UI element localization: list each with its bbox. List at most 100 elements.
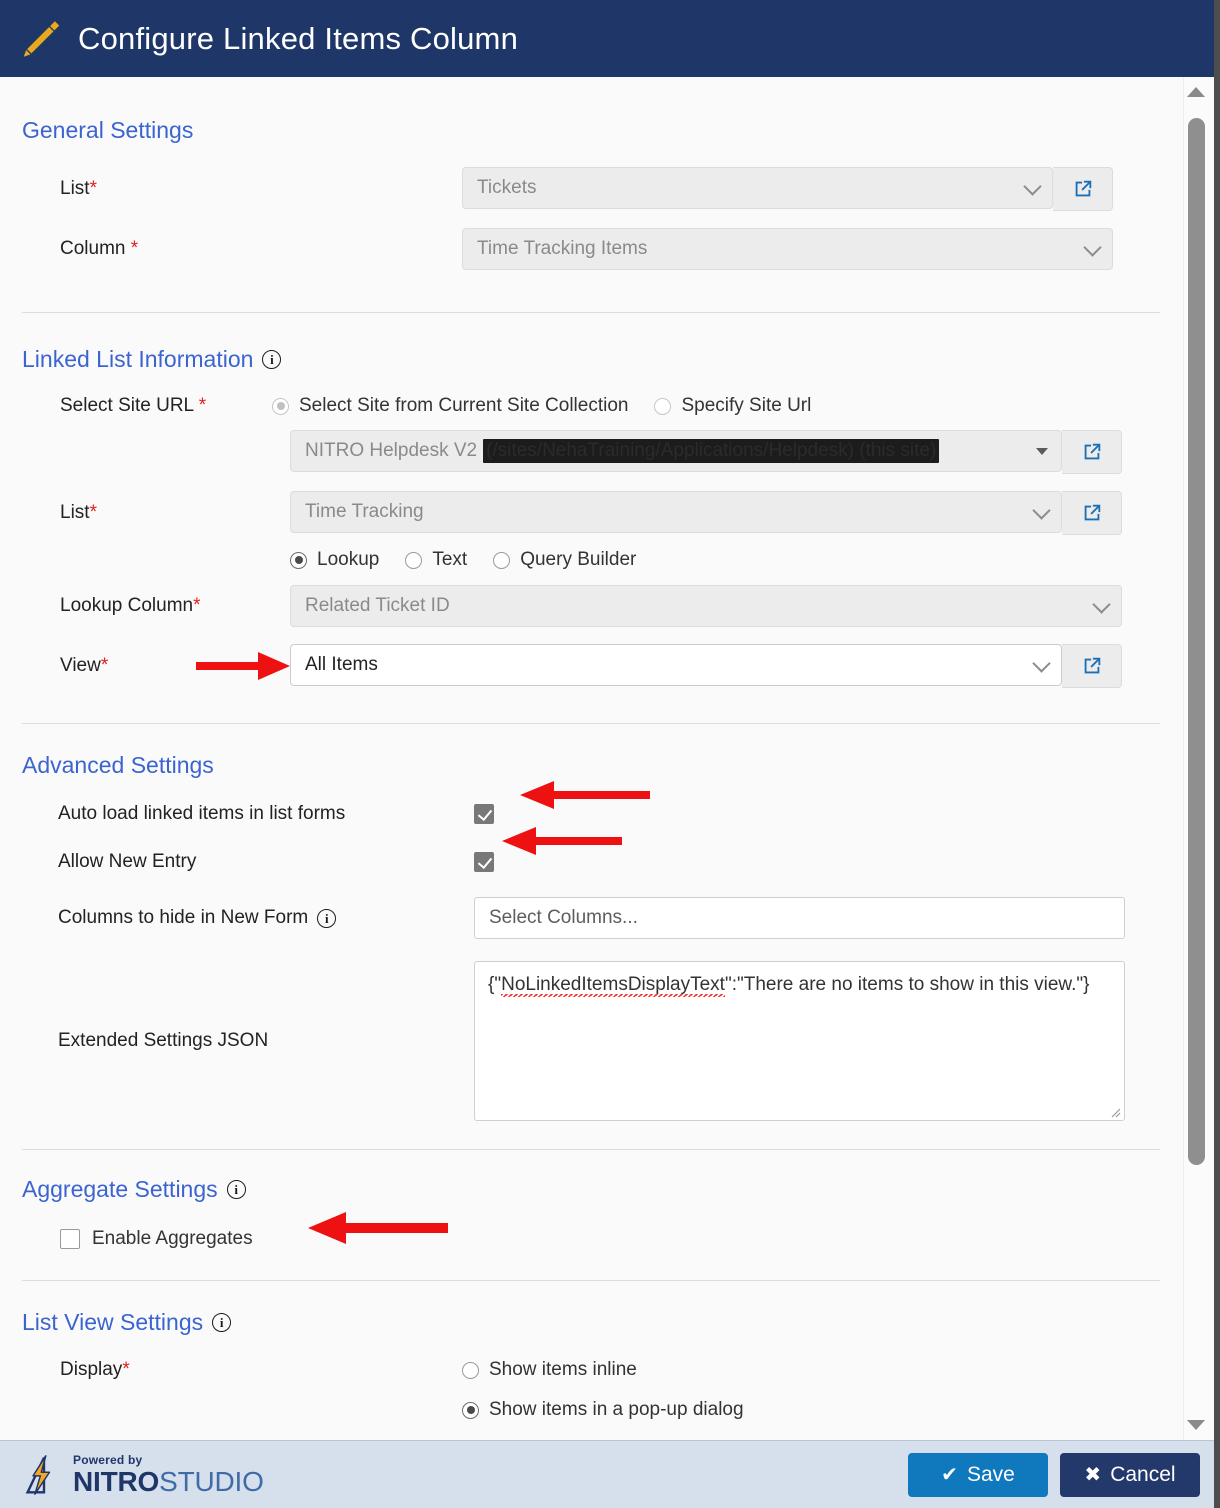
general-column-value: Time Tracking Items <box>477 238 648 259</box>
radio-label: Select Site from Current Site Collection <box>299 395 629 416</box>
scroll-down-arrow-icon[interactable] <box>1187 1420 1205 1430</box>
general-list-select[interactable]: Tickets <box>462 167 1053 209</box>
label-extended-json: Extended Settings JSON <box>58 1030 269 1051</box>
required-marker: * <box>198 395 207 416</box>
nitro-studio-logo: Powered by NITROSTUDIO <box>22 1454 264 1496</box>
allow-new-entry-checkbox[interactable] <box>474 852 494 872</box>
label-allow-new-entry: Allow New Entry <box>58 851 197 872</box>
query-mode-radio-group: Lookup Text Query Builder <box>290 549 662 571</box>
site-url-radio-group: Select Site from Current Site Collection… <box>272 395 837 417</box>
field-row-columns-to-hide: Columns to hide in New Form i Select Col… <box>22 897 1167 939</box>
scroll-up-arrow-icon[interactable] <box>1187 87 1205 97</box>
cancel-button[interactable]: ✖ Cancel <box>1060 1452 1200 1497</box>
field-row-display-popup: Show items in a pop-up dialog <box>22 1399 1167 1421</box>
required-marker: * <box>89 178 97 199</box>
chevron-down-icon <box>1092 595 1111 614</box>
section-title-text: General Settings <box>22 117 194 143</box>
enable-aggregates-checkbox[interactable] <box>60 1229 80 1249</box>
label-general-column: Column * <box>22 238 462 260</box>
dialog-titlebar: Configure Linked Items Column <box>0 0 1214 77</box>
external-link-icon <box>1084 443 1100 460</box>
dialog-footer: Powered by NITROSTUDIO ✔ Save ✖ Cancel <box>0 1440 1214 1508</box>
general-column-select[interactable]: Time Tracking Items <box>462 228 1113 270</box>
external-link-icon <box>1084 504 1100 521</box>
scrollbar-thumb[interactable] <box>1188 118 1205 1165</box>
field-row-allow-new-entry: Allow New Entry <box>22 851 1167 873</box>
close-icon: ✖ <box>1084 1463 1102 1486</box>
radio-show-items-inline[interactable]: Show items inline <box>462 1359 637 1381</box>
field-row-auto-load: Auto load linked items in list forms <box>22 803 1167 825</box>
required-marker: * <box>193 595 201 616</box>
vertical-scrollbar[interactable] <box>1183 77 1208 1440</box>
info-icon[interactable]: i <box>212 1313 232 1332</box>
divider-general <box>22 312 1160 313</box>
general-list-open-external-button[interactable] <box>1053 167 1113 211</box>
view-open-external-button[interactable] <box>1062 644 1122 688</box>
brand-nitro: NITRO <box>73 1465 160 1497</box>
label-text: List <box>60 502 90 523</box>
radio-mode-text[interactable]: Text <box>405 549 467 571</box>
radio-show-items-popup[interactable]: Show items in a pop-up dialog <box>462 1399 744 1421</box>
radio-mode-lookup[interactable]: Lookup <box>290 549 379 571</box>
view-select[interactable]: All Items <box>290 644 1062 686</box>
lookup-column-value: Related Ticket ID <box>305 595 450 616</box>
brand-studio: STUDIO <box>159 1465 264 1497</box>
radio-dot <box>405 551 423 569</box>
chevron-down-icon <box>1023 177 1042 196</box>
radio-select-site-from-current-collection[interactable]: Select Site from Current Site Collection <box>272 395 628 417</box>
info-icon[interactable]: i <box>226 1180 246 1199</box>
linked-list-value: Time Tracking <box>305 501 424 522</box>
label-text: Column <box>60 238 126 259</box>
configure-linked-items-dialog: Configure Linked Items Column General Se… <box>0 0 1220 1508</box>
general-list-value: Tickets <box>477 177 537 198</box>
section-list-view-settings: List View Settings i <box>22 1309 1167 1336</box>
section-general-settings: General Settings <box>22 117 1167 144</box>
lookup-column-select[interactable]: Related Ticket ID <box>290 585 1122 627</box>
enable-aggregates-checkbox-row[interactable]: Enable Aggregates <box>60 1228 253 1250</box>
auto-load-checkbox[interactable] <box>474 804 494 824</box>
control-linked-list: Time Tracking <box>290 491 1122 535</box>
radio-dot <box>290 551 307 569</box>
label-text: Display <box>60 1359 123 1380</box>
control-general-column: Time Tracking Items <box>462 228 1113 270</box>
chevron-down-icon <box>1036 448 1048 455</box>
label-display: Display* <box>22 1359 462 1381</box>
pencil-icon <box>23 20 60 57</box>
columns-to-hide-input[interactable]: Select Columns... <box>474 897 1125 939</box>
external-link-icon <box>1075 180 1091 197</box>
field-row-select-site-url: Select Site URL * Select Site from Curre… <box>22 395 1167 417</box>
info-icon[interactable]: i <box>317 908 337 928</box>
field-row-general-column: Column * Time Tracking Items <box>22 228 1167 270</box>
linked-list-open-external-button[interactable] <box>1062 491 1122 535</box>
resize-grip-icon[interactable] <box>1107 1104 1121 1118</box>
divider-linked-list <box>22 723 1160 724</box>
linked-list-select[interactable]: Time Tracking <box>290 491 1062 533</box>
required-marker: * <box>122 1359 130 1380</box>
required-marker: * <box>89 502 97 523</box>
extended-settings-json-textarea[interactable]: {"NoLinkedItemsDisplayText":"There are n… <box>474 961 1125 1121</box>
site-url-open-external-button[interactable] <box>1062 430 1122 474</box>
save-button-label: Save <box>966 1462 1015 1486</box>
cancel-button-label: Cancel <box>1110 1462 1176 1486</box>
view-value: All Items <box>305 654 378 675</box>
site-url-select[interactable]: NITRO Helpdesk V2 (/sites/NehaTraining/A… <box>290 430 1062 472</box>
label-columns-to-hide: Columns to hide in New Form i <box>22 907 474 929</box>
chevron-down-icon <box>1032 501 1051 520</box>
radio-label: Show items in a pop-up dialog <box>489 1399 744 1420</box>
nitro-lightning-logo-icon <box>25 1454 51 1495</box>
radio-dot <box>654 397 672 415</box>
required-marker: * <box>100 655 109 676</box>
info-icon[interactable]: i <box>262 350 282 369</box>
external-link-icon <box>1084 657 1100 674</box>
label-view: View* <box>22 655 290 677</box>
section-title-text: Advanced Settings <box>22 752 214 778</box>
field-row-linked-list: List* Time Tracking <box>22 491 1167 535</box>
radio-mode-query-builder[interactable]: Query Builder <box>493 549 636 571</box>
radio-specify-site-url[interactable]: Specify Site Url <box>654 395 811 417</box>
save-button[interactable]: ✔ Save <box>908 1452 1048 1497</box>
control-view: All Items <box>290 644 1122 688</box>
dialog-title: Configure Linked Items Column <box>78 20 519 56</box>
label-select-site-url: Select Site URL * <box>22 395 272 417</box>
label-lookup-column: Lookup Column* <box>22 595 290 617</box>
site-url-value: NITRO Helpdesk V2 <box>305 440 478 461</box>
